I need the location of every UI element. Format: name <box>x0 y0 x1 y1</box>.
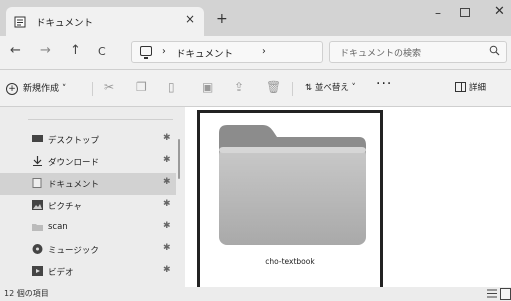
minimize-button[interactable]: – <box>435 6 441 20</box>
sidebar-item-label: ビデオ <box>48 268 74 278</box>
search-icon <box>489 45 500 56</box>
pin-icon: ✱ <box>163 177 171 187</box>
forward-button[interactable]: → <box>40 43 51 58</box>
maximize-button[interactable] <box>460 8 470 17</box>
list-view-icon[interactable] <box>487 289 497 298</box>
folder-item[interactable]: cho-textbook <box>197 110 383 291</box>
sidebar-item-label: ダウンロード <box>48 158 100 168</box>
document-icon <box>14 16 26 28</box>
folder-icon <box>32 224 43 231</box>
share-icon[interactable]: ⇪ <box>234 80 244 94</box>
pictures-icon <box>32 200 43 210</box>
status-bar: 12 個の項目 <box>0 287 511 301</box>
pin-icon: ✱ <box>163 133 171 143</box>
pin-icon: ✱ <box>163 221 171 231</box>
file-list: cho-textbook <box>185 107 511 291</box>
document-icon <box>32 178 42 188</box>
sidebar-item-videos[interactable]: ビデオ ✱ <box>0 261 176 283</box>
sidebar-item-downloads[interactable]: ダウンロード ✱ <box>0 151 176 173</box>
search-placeholder: ドキュメントの検索 <box>340 49 422 59</box>
divider <box>28 119 173 120</box>
cut-icon[interactable]: ✂ <box>104 80 114 94</box>
new-button[interactable]: + 新規作成 ˅ <box>6 81 66 95</box>
sidebar-item-label: ミュージック <box>48 246 99 256</box>
back-button[interactable]: ← <box>10 43 21 58</box>
item-count: 12 個の項目 <box>4 289 49 298</box>
folder-icon <box>219 125 366 245</box>
breadcrumb-separator[interactable]: › <box>262 46 266 57</box>
desktop-icon <box>32 135 43 142</box>
sidebar-item-label: ドキュメント <box>48 180 100 190</box>
new-tab-button[interactable]: + <box>216 12 228 26</box>
details-pane-icon <box>455 82 466 92</box>
sidebar-item-pictures[interactable]: ピクチャ ✱ <box>0 195 176 217</box>
pin-icon: ✱ <box>163 155 171 165</box>
title-bar: ドキュメント × + – ✕ <box>0 0 511 36</box>
sidebar-scrollbar[interactable] <box>178 139 180 179</box>
pc-icon <box>140 46 152 59</box>
plus-icon: + <box>6 83 18 95</box>
command-bar: + 新規作成 ˅ ✂ ❐ ▯ ▣ ⇪ 🗑︎ ⇅ 並べ替え ˅ ··· 詳細 <box>0 70 511 106</box>
up-button[interactable]: ↑ <box>70 43 81 58</box>
pin-icon: ✱ <box>163 199 171 209</box>
navigation-bar: ← → ↑ C › ドキュメント › ドキュメントの検索 <box>0 36 511 69</box>
search-box[interactable]: ドキュメントの検索 <box>329 41 507 63</box>
more-options-button[interactable]: ··· <box>376 76 392 92</box>
download-icon <box>33 156 42 166</box>
sidebar-item-desktop[interactable]: デスクトップ ✱ <box>0 129 176 151</box>
refresh-button[interactable]: C <box>98 45 106 58</box>
breadcrumb-current[interactable]: ドキュメント <box>176 46 233 60</box>
breadcrumb-separator: › <box>162 46 166 57</box>
pin-icon: ✱ <box>163 265 171 275</box>
rename-icon[interactable]: ▣ <box>202 80 213 94</box>
close-window-button[interactable]: ✕ <box>494 4 505 19</box>
new-button-label: 新規作成 ˅ <box>23 84 67 94</box>
sort-button[interactable]: ⇅ 並べ替え ˅ <box>305 81 356 93</box>
tiles-view-icon[interactable] <box>500 288 511 300</box>
sidebar-item-label: ピクチャ <box>48 202 82 212</box>
tab-documents[interactable]: ドキュメント × <box>6 7 204 36</box>
folder-name: cho-textbook <box>265 257 315 266</box>
copy-icon[interactable]: ❐ <box>136 80 147 94</box>
paste-icon[interactable]: ▯ <box>168 80 175 94</box>
divider <box>292 82 293 96</box>
address-bar[interactable]: › ドキュメント › <box>131 41 323 63</box>
sidebar-item-documents[interactable]: ドキュメント ✱ <box>0 173 176 195</box>
sidebar-item-music[interactable]: ミュージック ✱ <box>0 239 176 261</box>
pin-icon: ✱ <box>163 243 171 253</box>
divider <box>92 82 93 96</box>
video-icon <box>32 266 43 276</box>
sidebar-item-label: scan <box>48 222 68 232</box>
navigation-pane: デスクトップ ✱ ダウンロード ✱ ドキュメント ✱ ピクチャ ✱ scan ✱… <box>0 107 185 287</box>
delete-icon[interactable]: 🗑︎ <box>266 80 281 94</box>
tab-close-button[interactable]: × <box>185 12 195 26</box>
tab-title: ドキュメント <box>36 18 94 29</box>
music-icon <box>32 244 43 254</box>
details-button[interactable]: 詳細 <box>469 81 486 93</box>
sidebar-item-scan[interactable]: scan ✱ <box>0 217 176 239</box>
sidebar-item-label: デスクトップ <box>48 136 100 146</box>
